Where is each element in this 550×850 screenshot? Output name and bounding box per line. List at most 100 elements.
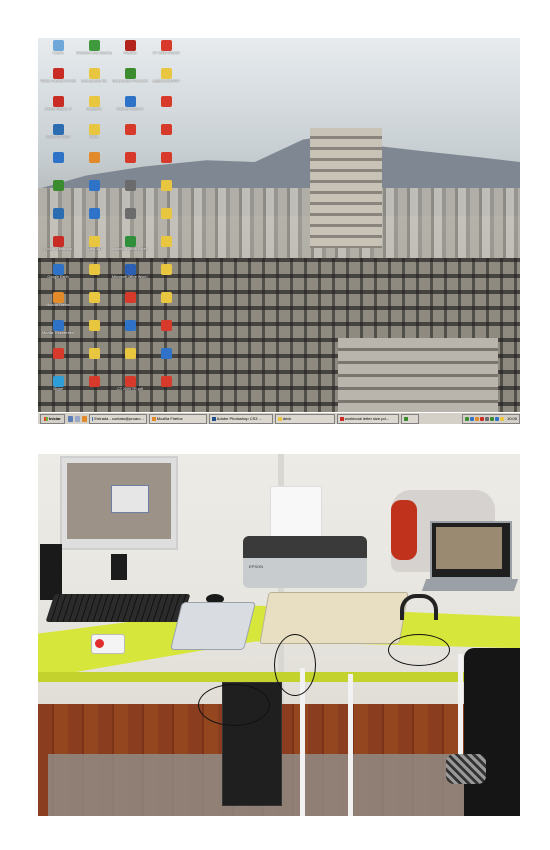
desktop-icon[interactable]: AutoCAD 2010	[40, 124, 76, 152]
desktop-icon[interactable]	[148, 376, 184, 404]
tray-icon[interactable]	[484, 416, 489, 421]
pdf-icon	[339, 416, 344, 421]
desktop-icon[interactable]: CT 2009 Infosoft	[148, 40, 184, 68]
desktop-icon[interactable]: Mozilla Firefox	[40, 292, 76, 320]
firefox-icon	[151, 416, 156, 421]
desktop-icon[interactable]	[112, 348, 148, 376]
desktop-icon[interactable]: Skype	[40, 376, 76, 404]
task-label: Adobe Photoshop CS3 ...	[216, 416, 262, 421]
cable	[388, 634, 450, 666]
desktop-icon[interactable]: Adobe Reader 8	[40, 96, 76, 124]
desktop-icon[interactable]	[112, 152, 148, 180]
tray-icon[interactable]	[469, 416, 474, 421]
monitor-dialog-window	[111, 485, 149, 513]
desktop-icon[interactable]: Google SketchUp	[40, 236, 76, 264]
quick-launch-desktop-icon[interactable]	[74, 415, 80, 422]
task-button[interactable]: deck	[274, 413, 335, 424]
app-icon	[124, 320, 136, 331]
photoshop-icon	[211, 416, 216, 421]
desktop-icon[interactable]: Windows Live download	[76, 40, 112, 68]
app-icon	[88, 348, 100, 359]
task-button[interactable]: workbook letter size.pd...	[336, 413, 399, 424]
tray-icon[interactable]	[474, 416, 479, 421]
desktop-icon[interactable]	[148, 320, 184, 348]
desktop-icon[interactable]: Adobe Acrobat 8 Professional	[40, 68, 76, 96]
task-label: Mozilla Firefox	[156, 416, 183, 421]
tray-icon[interactable]	[489, 416, 494, 421]
desktop-icon[interactable]	[148, 96, 184, 124]
desktop-icon[interactable]	[148, 152, 184, 180]
desktop-icon[interactable]	[76, 208, 112, 236]
desktop-icon[interactable]	[112, 320, 148, 348]
desktop-icon[interactable]	[76, 376, 112, 404]
desktop-icon[interactable]	[40, 348, 76, 376]
task-button[interactable]: Mozilla Firefox	[148, 413, 207, 424]
printer-brand-label: EPSON	[249, 564, 264, 569]
desktop-icon[interactable]	[148, 124, 184, 152]
desktop-icon[interactable]: Lixeira	[40, 40, 76, 68]
desktop-icon[interactable]: Mozilla Thunderbird	[40, 320, 76, 348]
app-icon	[52, 376, 64, 387]
app-icon	[124, 180, 136, 191]
desktop-icon[interactable]: folder	[76, 124, 112, 152]
desktop-icon-label: Windows Live download	[76, 51, 112, 55]
tray-icon[interactable]	[499, 416, 504, 421]
desktop-icon[interactable]	[76, 348, 112, 376]
app-icon	[124, 68, 136, 79]
desktop-icon[interactable]	[148, 180, 184, 208]
tray-icon[interactable]	[464, 416, 469, 421]
desktop-icon[interactable]: ArchiCAD	[76, 236, 112, 264]
desktop-icon[interactable]: FileZilla	[112, 40, 148, 68]
desktop-icon[interactable]	[148, 236, 184, 264]
app-icon	[52, 68, 64, 79]
desktop-icon[interactable]: Microsoft Office Excel 2007	[112, 236, 148, 264]
desktop-icon-label: Adobe Reader 8	[44, 107, 72, 111]
desktop-icon[interactable]	[148, 208, 184, 236]
tray-icon[interactable]	[494, 416, 499, 421]
desktop-icon[interactable]	[76, 292, 112, 320]
start-button[interactable]: Iniciar	[40, 413, 65, 424]
desktop-icon[interactable]	[40, 152, 76, 180]
quick-launch-media-icon[interactable]	[81, 415, 87, 422]
task-button[interactable]	[400, 413, 419, 424]
task-button[interactable]: Adobe Photoshop CS3 ...	[208, 413, 273, 424]
desktop-icon[interactable]	[112, 208, 148, 236]
app-icon	[88, 320, 100, 331]
desktop-icon[interactable]	[76, 152, 112, 180]
desktop-icon[interactable]	[112, 124, 148, 152]
app-icon	[124, 376, 136, 387]
clock[interactable]: 10:05	[507, 416, 517, 421]
desktop-icon[interactable]: diagrama	[76, 96, 112, 124]
desktop-icon[interactable]: CT 2009 TR.pdf	[112, 376, 148, 404]
desktop-icon[interactable]: Gerenciador Financeiro	[112, 68, 148, 96]
desktop-icon[interactable]: Google Earth	[40, 264, 76, 292]
desktop-icon-label: Microsoft Office Word 2007	[112, 275, 148, 279]
desktop-icon[interactable]: Internet Explorer	[112, 96, 148, 124]
tray-icon[interactable]	[479, 416, 484, 421]
desktop-icon[interactable]	[148, 348, 184, 376]
laptop	[421, 521, 519, 591]
desktop-icon[interactable]	[76, 264, 112, 292]
task-button[interactable]: Entrada - contato@proarc...	[88, 413, 147, 424]
desktop-icon[interactable]	[112, 292, 148, 320]
desktop-icon[interactable]: kuen grande file	[76, 68, 112, 96]
desktop-icon[interactable]	[76, 320, 112, 348]
windows-logo-icon	[44, 416, 48, 421]
quick-launch-ie-icon[interactable]	[67, 415, 73, 422]
desktop-icon[interactable]	[76, 180, 112, 208]
desktop-icon[interactable]	[148, 264, 184, 292]
paper-sheet	[270, 486, 322, 540]
desktop-icon[interactable]	[40, 180, 76, 208]
app-icon	[52, 40, 64, 51]
desktop-icon[interactable]: pagamento2010	[148, 68, 184, 96]
desktop-icon-label: CT 2009 Infosoft	[152, 51, 180, 55]
desktop-icon[interactable]	[40, 208, 76, 236]
laptop-screen	[430, 521, 512, 579]
app-icon	[160, 40, 172, 51]
app-icon	[124, 264, 136, 275]
desktop-icon[interactable]: Microsoft Office Word 2007	[112, 264, 148, 292]
app-icon	[52, 320, 64, 331]
app-icon	[88, 40, 100, 51]
desktop-icon[interactable]	[112, 180, 148, 208]
desktop-icon[interactable]	[148, 292, 184, 320]
